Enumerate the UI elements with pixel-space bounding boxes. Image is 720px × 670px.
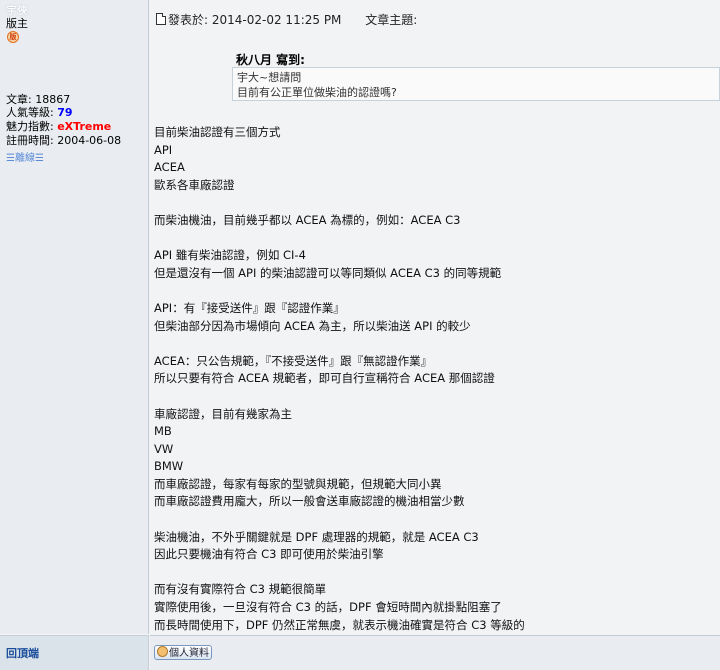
profile-icon [157, 646, 168, 657]
posted-label: 發表於: [168, 13, 209, 27]
moderator-badge-icon: 版 [7, 31, 19, 43]
post-content: 發表於: 2014-02-02 11:25 PM 文章主題: 秋八月 寫到: 宇… [150, 0, 720, 634]
charm-value: eXTreme [57, 120, 112, 133]
forum-post: 宇俠 版主 版 文章: 18867 人氣等級: 79 魅力指數: eXTreme… [0, 0, 720, 670]
charm-label: 魅力指數: [6, 120, 54, 133]
registered-label: 註冊時間: [6, 134, 54, 147]
popularity-label: 人氣等級: [6, 106, 54, 119]
author-popularity: 人氣等級: 79 [6, 106, 73, 119]
posts-label: 文章: [6, 93, 32, 106]
subject-label: 文章主題: [365, 13, 418, 27]
registered-value: 2004-06-08 [57, 134, 122, 147]
post-header: 發表於: 2014-02-02 11:25 PM 文章主題: [156, 11, 417, 28]
author-charm: 魅力指數: eXTreme [6, 120, 111, 133]
footer-right: 個人資料 [150, 635, 720, 670]
posts-value: 18867 [35, 93, 71, 106]
quote-box: 宇大~想請問 目前有公正單位做柴油的認證嗎? [232, 67, 720, 101]
quote-line: 目前有公正單位做柴油的認證嗎? [237, 86, 397, 99]
author-registered: 註冊時間: 2004-06-08 [6, 134, 121, 147]
post-document-icon [156, 13, 166, 25]
footer-left: 回頂端 [0, 635, 149, 670]
author-rank: 版主 [6, 17, 28, 30]
quote-author: 秋八月 寫到: [236, 53, 305, 67]
posted-timestamp: 2014-02-02 11:25 PM [211, 13, 342, 27]
profile-button[interactable]: 個人資料 [154, 645, 212, 660]
post-body: 目前柴油認證有三個方式 API ACEA 歐系各車廠認證 而柴油機油，目前幾乎都… [154, 125, 525, 632]
profile-button-label: 個人資料 [169, 648, 209, 659]
author-panel: 宇俠 版主 版 文章: 18867 人氣等級: 79 魅力指數: eXTreme… [0, 0, 149, 634]
popularity-value: 79 [57, 106, 73, 119]
online-status: ☰離線☰ [6, 153, 44, 164]
back-to-top-link[interactable]: 回頂端 [6, 645, 39, 661]
quote-line: 宇大~想請問 [237, 71, 302, 84]
author-posts: 文章: 18867 [6, 93, 70, 106]
